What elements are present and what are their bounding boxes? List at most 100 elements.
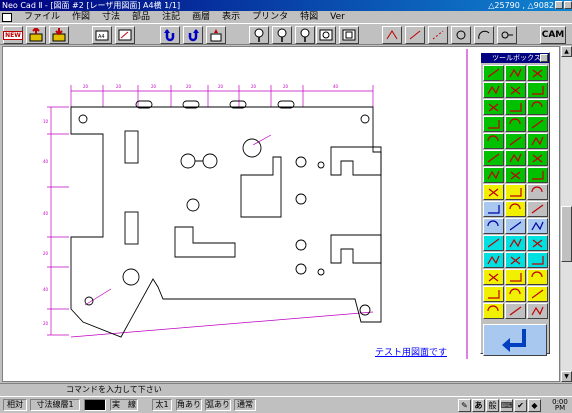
toolbox-button-3-1[interactable] — [505, 116, 526, 132]
cam-button[interactable]: CAM — [540, 26, 566, 44]
vertical-scrollbar[interactable]: ▲ ▼ — [561, 46, 572, 382]
toolbox-button-2-0[interactable] — [483, 99, 504, 115]
menu-file[interactable]: ファイル — [18, 11, 66, 23]
toolbox-button-5-2[interactable] — [527, 150, 548, 166]
menu-version[interactable]: Ver — [324, 11, 351, 23]
color-swatch[interactable] — [84, 399, 106, 411]
new-button[interactable]: NEW — [3, 26, 23, 44]
toolbox-button-7-2[interactable] — [527, 184, 548, 200]
pin-button-2[interactable] — [272, 26, 292, 44]
toolbox-button-8-0[interactable] — [483, 201, 504, 217]
menu-annotation[interactable]: 注記 — [156, 11, 186, 23]
toolbox-button-0-2[interactable] — [527, 65, 548, 81]
toolbox-button-10-1[interactable] — [505, 235, 526, 251]
toolbox-button-5-1[interactable] — [505, 150, 526, 166]
toolbox-button-4-1[interactable] — [505, 133, 526, 149]
toolbox-button-14-0[interactable] — [483, 303, 504, 319]
toolbox-close-icon[interactable] — [540, 54, 548, 62]
pin-button-3[interactable] — [295, 26, 315, 44]
toolbox-button-6-0[interactable] — [483, 167, 504, 183]
corner-mode-toggle[interactable]: 角あり — [176, 399, 202, 411]
menu-special[interactable]: 特図 — [294, 11, 324, 23]
ime-mode-icon[interactable]: あ — [472, 399, 485, 412]
pointer-button[interactable] — [115, 26, 135, 44]
toolbox-button-12-1[interactable] — [505, 269, 526, 285]
toolbox-button-6-2[interactable] — [527, 167, 548, 183]
toolbox-button-4-0[interactable] — [483, 133, 504, 149]
toolbox-button-14-2[interactable] — [527, 303, 548, 319]
pen-icon[interactable]: ✎ — [458, 399, 471, 412]
toolbox-button-9-2[interactable] — [527, 218, 548, 234]
toolbox-button-6-1[interactable] — [505, 167, 526, 183]
circle-tool-button[interactable] — [451, 26, 471, 44]
drawing-canvas[interactable]: 20 20 20 20 20 20 20 40 10 40 40 20 40 20 — [2, 46, 560, 382]
scroll-thumb[interactable] — [561, 206, 572, 262]
command-line[interactable]: コマンドを入力して下さい — [0, 383, 572, 395]
toolbox-button-11-1[interactable] — [505, 252, 526, 268]
step-mode-toggle[interactable]: 通常 — [234, 399, 256, 411]
zoom-fit-button[interactable] — [316, 26, 336, 44]
toolbox-button-10-0[interactable] — [483, 235, 504, 251]
toolbox-button-9-1[interactable] — [505, 218, 526, 234]
line-tool-button-3[interactable] — [428, 26, 448, 44]
menu-printer[interactable]: プリンタ — [246, 11, 294, 23]
menu-view[interactable]: 表示 — [216, 11, 246, 23]
page-button[interactable]: A4 — [92, 26, 112, 44]
erase-button[interactable] — [206, 26, 226, 44]
system-menu-icon[interactable] — [2, 12, 12, 22]
toolbox-button-7-0[interactable] — [483, 184, 504, 200]
undo-button[interactable] — [160, 26, 180, 44]
toolbox-button-9-0[interactable] — [483, 218, 504, 234]
line-width-selector[interactable]: 太1 — [152, 399, 172, 411]
tray-icon-3[interactable]: ◆ — [528, 399, 541, 412]
toolbox-button-13-0[interactable] — [483, 286, 504, 302]
toolbox-button-8-2[interactable] — [527, 201, 548, 217]
line-type-selector[interactable]: 実 線 — [110, 399, 138, 411]
redo-button[interactable] — [183, 26, 203, 44]
open-button[interactable] — [26, 26, 46, 44]
toolbox-button-1-0[interactable] — [483, 82, 504, 98]
menu-layer[interactable]: 画層 — [186, 11, 216, 23]
toolbox-button-2-2[interactable] — [527, 99, 548, 115]
toolbox-button-2-1[interactable] — [505, 99, 526, 115]
toolbox-button-14-1[interactable] — [505, 303, 526, 319]
scroll-up-arrow-icon[interactable]: ▲ — [561, 46, 572, 57]
pin-button-1[interactable] — [249, 26, 269, 44]
toolbox-button-13-2[interactable] — [527, 286, 548, 302]
misc-tool-button[interactable] — [497, 26, 517, 44]
menu-draw[interactable]: 作図 — [66, 11, 96, 23]
toolbox-button-7-1[interactable] — [505, 184, 526, 200]
toolbox-button-4-2[interactable] — [527, 133, 548, 149]
relative-mode-toggle[interactable]: 相対 — [3, 399, 27, 411]
toolbox-button-13-1[interactable] — [505, 286, 526, 302]
close-button[interactable] — [564, 1, 572, 9]
save-button[interactable] — [49, 26, 69, 44]
toolbox-button-11-2[interactable] — [527, 252, 548, 268]
toolbox-button-3-0[interactable] — [483, 116, 504, 132]
menu-parts[interactable]: 部品 — [126, 11, 156, 23]
minimize-button[interactable] — [555, 1, 563, 9]
line-tool-button-2[interactable] — [405, 26, 425, 44]
toolbox-button-1-1[interactable] — [505, 82, 526, 98]
ime-kanji-icon[interactable]: 般 — [486, 399, 499, 412]
toolbox-button-0-1[interactable] — [505, 65, 526, 81]
tray-icon-1[interactable]: ⌨ — [500, 399, 513, 412]
toolbox-button-1-2[interactable] — [527, 82, 548, 98]
layer-selector[interactable]: 寸法線層1 — [30, 399, 80, 411]
toolbox-button-10-2[interactable] — [527, 235, 548, 251]
toolbox-button-12-2[interactable] — [527, 269, 548, 285]
toolbox-button-11-0[interactable] — [483, 252, 504, 268]
zoom-area-button[interactable] — [339, 26, 359, 44]
toolbox-button-0-0[interactable] — [483, 65, 504, 81]
tray-icon-2[interactable]: ✔ — [514, 399, 527, 412]
arc-mode-toggle[interactable]: 弧あり — [205, 399, 231, 411]
sample-drawing-link[interactable]: テスト用図面です — [375, 345, 447, 358]
toolbox-button-8-1[interactable] — [505, 201, 526, 217]
enter-button[interactable] — [483, 324, 547, 356]
scroll-down-arrow-icon[interactable]: ▼ — [561, 371, 572, 382]
toolbox-button-5-0[interactable] — [483, 150, 504, 166]
toolbox-titlebar[interactable]: ツールボックス — [481, 53, 549, 63]
toolbox-button-3-2[interactable] — [527, 116, 548, 132]
menu-dimension[interactable]: 寸法 — [96, 11, 126, 23]
toolbox-button-12-0[interactable] — [483, 269, 504, 285]
